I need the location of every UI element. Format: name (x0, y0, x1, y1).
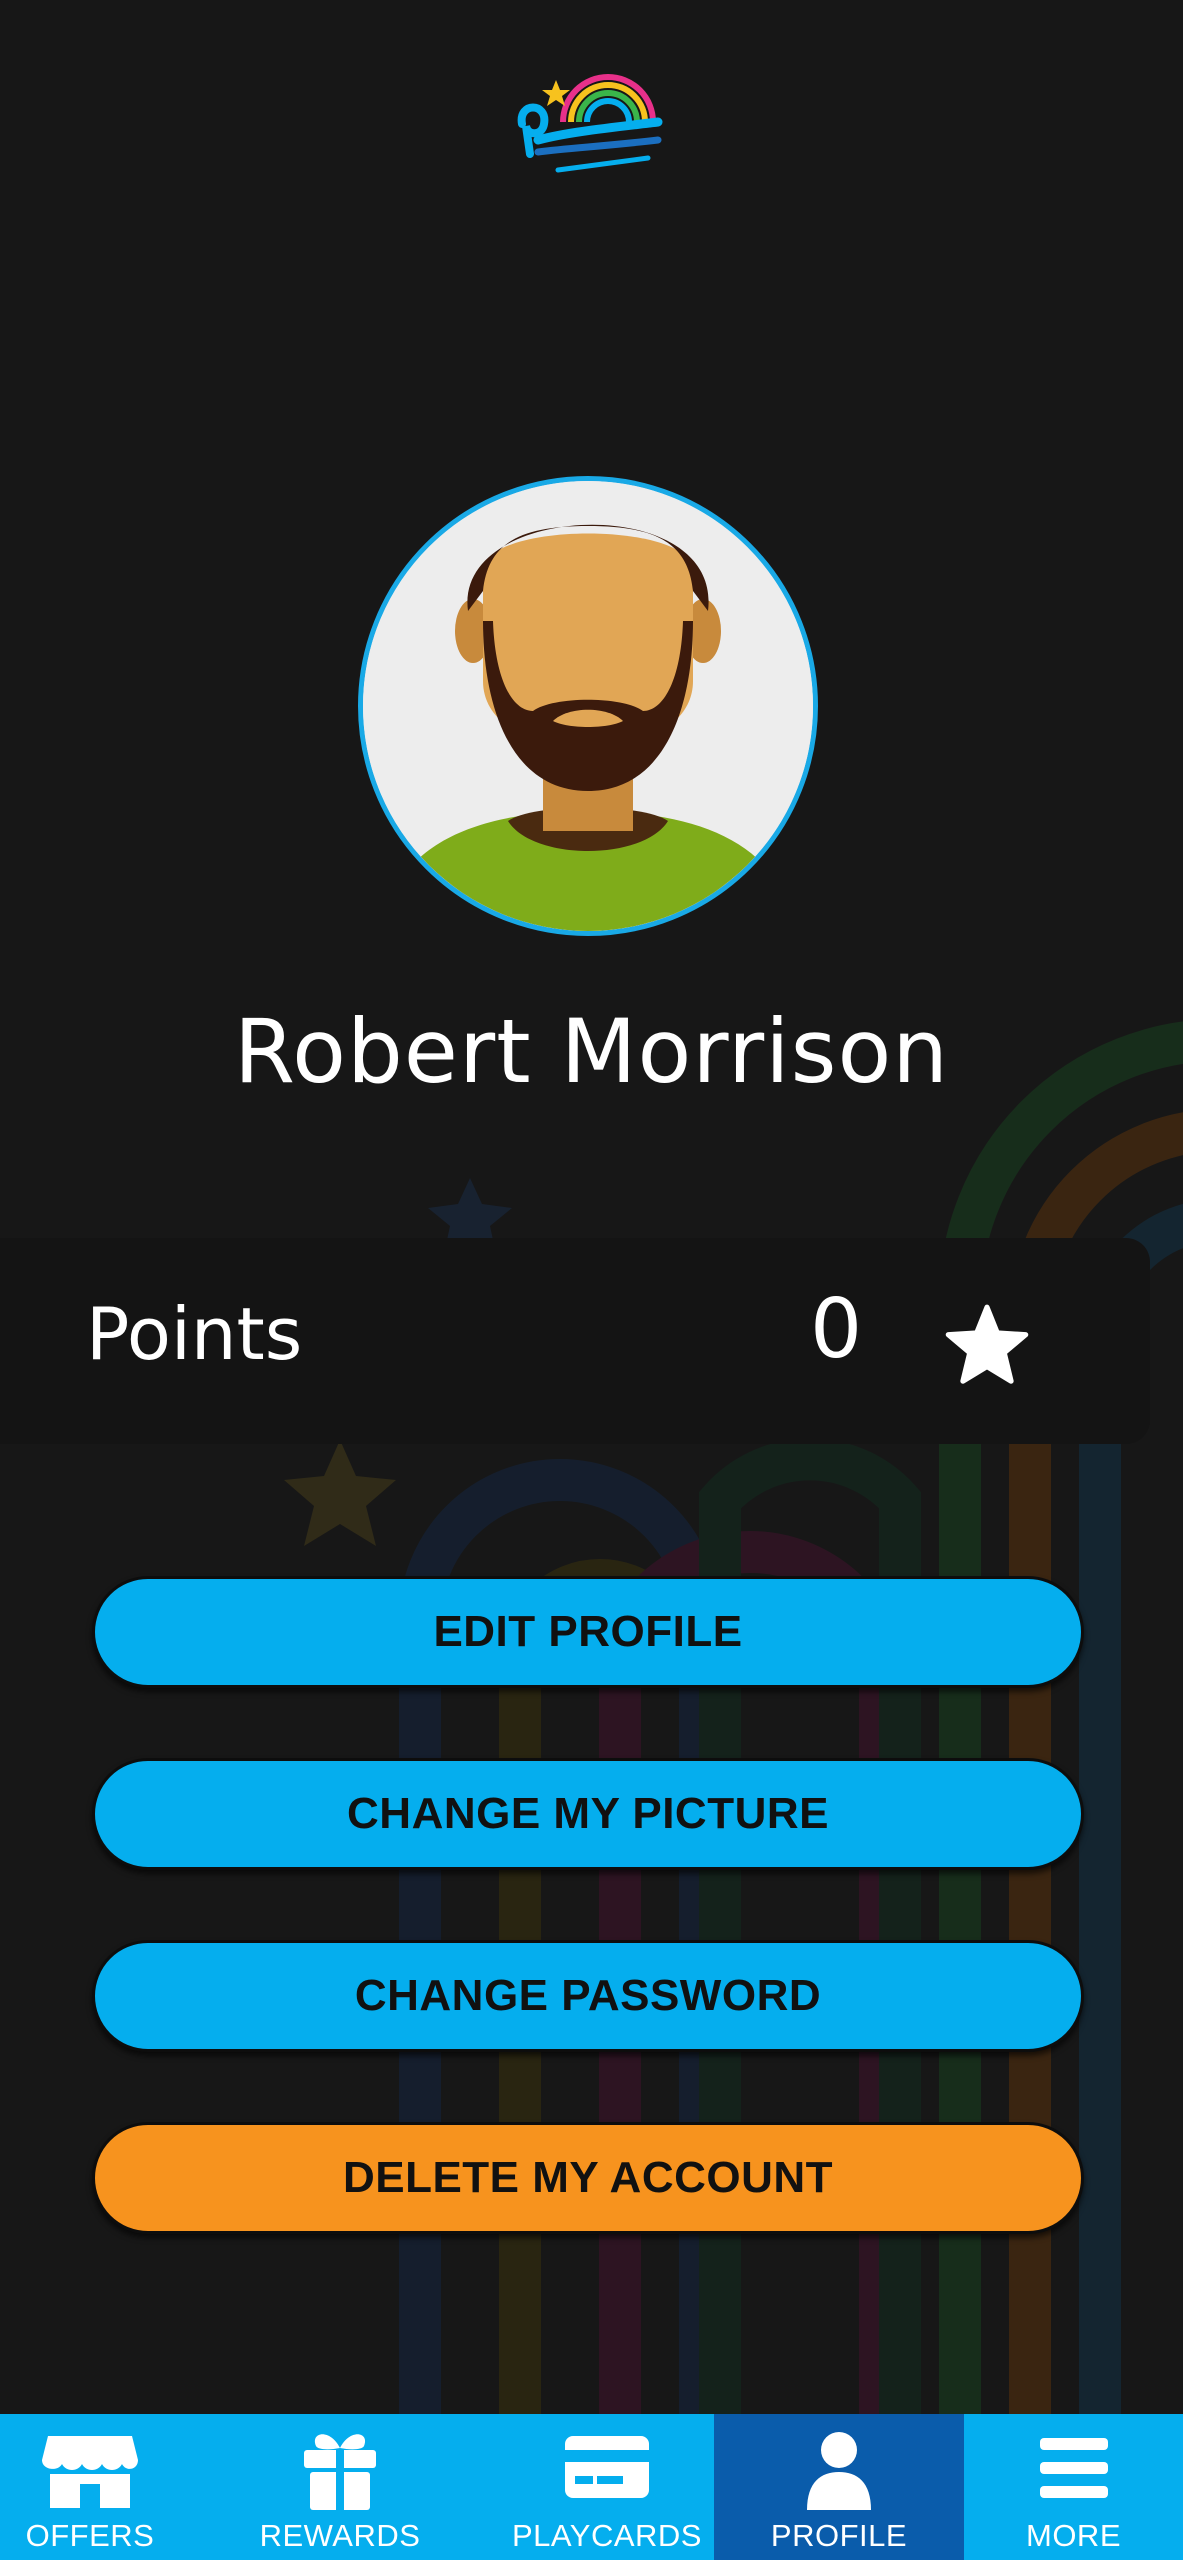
nav-label-offers: OFFERS (25, 2518, 155, 2553)
bearded-man-avatar (363, 481, 813, 931)
card-icon (565, 2436, 649, 2498)
user-name: Robert Morrison (233, 1000, 950, 1103)
edit-profile-button[interactable]: EDIT PROFILE (92, 1576, 1084, 1688)
nav-item-offers[interactable]: OFFERS (0, 2414, 180, 2560)
storefront-icon (42, 2436, 138, 2508)
points-label: Points (86, 1292, 303, 1376)
nav-item-rewards[interactable]: REWARDS (180, 2414, 500, 2560)
profile-avatar (358, 476, 818, 936)
change-password-button[interactable]: CHANGE PASSWORD (92, 1940, 1084, 2052)
change-picture-button[interactable]: CHANGE MY PICTURE (92, 1758, 1084, 1870)
menu-icon (1039, 2438, 1108, 2498)
person-icon (807, 2432, 871, 2510)
delete-account-button[interactable]: DELETE MY ACCOUNT (92, 2122, 1084, 2234)
nav-label-playcards: PLAYCARDS (512, 2518, 702, 2553)
nav-label-more: MORE (1026, 2518, 1121, 2553)
points-value: 0 (810, 1282, 863, 1377)
points-card: Points 0 (0, 1238, 1150, 1444)
nav-label-rewards: REWARDS (259, 2518, 421, 2553)
gift-icon (304, 2434, 376, 2510)
star-icon (945, 1304, 1029, 1384)
nav-item-playcards[interactable]: PLAYCARDS (500, 2414, 714, 2560)
nav-item-profile[interactable]: PROFILE (714, 2414, 964, 2560)
piccadilly-logo (517, 74, 663, 173)
nav-label-profile: PROFILE (770, 2518, 908, 2553)
bottom-navigation: OFFERS REWARDS PLAYCARDS PROFILE MORE (0, 2414, 1183, 2560)
nav-item-more[interactable]: MORE (964, 2414, 1183, 2560)
